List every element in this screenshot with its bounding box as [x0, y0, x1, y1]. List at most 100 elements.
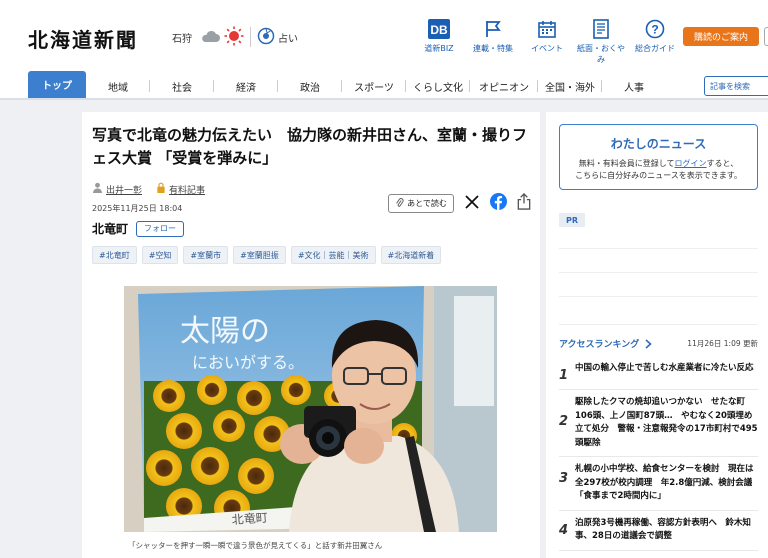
- weather-divider: [250, 27, 251, 47]
- pr-label: PR: [559, 213, 585, 227]
- nav-events[interactable]: イベント: [520, 18, 574, 65]
- tab-label: 全国・海外: [545, 82, 595, 94]
- tab-sports[interactable]: スポーツ: [342, 74, 406, 98]
- site-header: 北海道新聞 石狩 占い DB 道新BIZ 連載・特集 イベント 紙面・おくやみ …: [0, 0, 768, 100]
- subscribe-button[interactable]: 購読のご案内: [683, 27, 759, 46]
- header-nav-icons: DB 道新BIZ 連載・特集 イベント 紙面・おくやみ ? 総合ガイド: [412, 18, 682, 65]
- rank-headline[interactable]: 泊原発3号機再稼働、容認方針表明へ 鈴木知事、28日の道議会で調整: [575, 517, 758, 544]
- my-news-text-pre: 無料・有料会員に登録して: [578, 159, 675, 168]
- poster-sign: 北竜町: [231, 511, 268, 527]
- tab-society[interactable]: 社会: [150, 74, 214, 98]
- ranking-list: 1 中国の輸入停止で苦しむ水産業者に冷たい反応 2 駆除したクマの焼却追いつかな…: [559, 356, 758, 551]
- sun-icon: [224, 26, 244, 49]
- weather-location[interactable]: 石狩: [172, 30, 192, 45]
- rank-number: 3: [559, 471, 569, 486]
- tab-label: 経済: [236, 82, 256, 94]
- nav-guide[interactable]: ? 総合ガイド: [628, 18, 682, 65]
- x-share-icon[interactable]: [464, 194, 480, 214]
- login-link[interactable]: ログイン: [675, 159, 707, 168]
- article-main: 写真で北竜の魅力伝えたい 協力隊の新井田さん、室蘭・撮りフェス大賞 「受賞を弾み…: [82, 112, 540, 558]
- ranking-item[interactable]: 2 駆除したクマの焼却追いつかない せたな町106頭、上ノ国町87頭… やむなく…: [559, 390, 758, 457]
- my-news-text-line2: こちらに自分好みのニュースを表示できます。: [575, 171, 742, 180]
- cloud-icon: [200, 29, 220, 46]
- global-nav: トップ 地域 社会 経済 政治 スポーツ くらし文化 オピニオン 全国・海外 人…: [0, 71, 768, 100]
- lock-icon: [156, 182, 166, 196]
- tag-chip[interactable]: #北竜町: [92, 246, 137, 264]
- ranking-item[interactable]: 3 札幌の小中学校、給食センターを検討 現在は全297校が校内調理 年2.8億円…: [559, 457, 758, 511]
- tab-region[interactable]: 地域: [86, 74, 150, 98]
- ranking-updated-time: 11月26日 1:09 更新: [687, 338, 758, 348]
- tab-economy[interactable]: 経済: [214, 74, 278, 98]
- article-search-input[interactable]: 記事を検索: [704, 76, 768, 96]
- pr-divider: [559, 248, 758, 249]
- nav-doshin-biz[interactable]: DB 道新BIZ: [412, 18, 466, 65]
- ranking-title[interactable]: アクセスランキング: [559, 337, 639, 350]
- publish-date: 2025年11月25日 18:04: [92, 204, 183, 213]
- article-actions: あとで読む: [388, 193, 531, 214]
- db-logo-icon: DB: [412, 18, 466, 40]
- ranking-item[interactable]: 4 泊原発3号機再稼働、容認方針表明へ 鈴木知事、28日の道議会で調整: [559, 511, 758, 551]
- tag-chip[interactable]: #北海道新着: [380, 246, 442, 264]
- facebook-share-icon[interactable]: [490, 193, 507, 214]
- svg-text:?: ?: [651, 23, 658, 37]
- poster-text-line1: 太陽の: [180, 314, 270, 349]
- pr-divider: [559, 296, 758, 297]
- nav-icon-label: 連載・特集: [473, 44, 513, 53]
- rank-headline[interactable]: 札幌の小中学校、給食センターを検討 現在は全297校が校内調理 年2.8億円減、…: [575, 463, 758, 504]
- tab-top[interactable]: トップ: [28, 71, 86, 98]
- tag-chip[interactable]: #室蘭市: [183, 246, 229, 264]
- share-icon[interactable]: [517, 193, 531, 214]
- newspaper-icon: [574, 18, 628, 40]
- svg-text:DB: DB: [430, 23, 448, 37]
- person-icon: [92, 182, 103, 196]
- tab-label: オピニオン: [479, 82, 529, 94]
- rank-number: 4: [559, 522, 569, 538]
- fortune-link[interactable]: 占い: [278, 30, 298, 45]
- my-news-description: 無料・有料会員に登録してログインすると、 こちらに自分好みのニュースを表示できま…: [560, 158, 757, 182]
- rank-number: 2: [559, 414, 569, 429]
- tab-politics[interactable]: 政治: [278, 74, 342, 98]
- nav-icon-label: 道新BIZ: [424, 44, 454, 53]
- tab-label: 社会: [172, 82, 192, 94]
- pr-divider: [559, 324, 758, 325]
- tag-chip[interactable]: #空知: [141, 246, 179, 264]
- article-headline: 写真で北竜の魅力伝えたい 協力隊の新井田さん、室蘭・撮りフェス大賞 「受賞を弾み…: [92, 126, 528, 167]
- follow-button[interactable]: フォロー: [136, 220, 185, 237]
- tag-chip[interactable]: #室蘭胆振: [233, 246, 286, 264]
- ranking-header: アクセスランキング 11月26日 1:09 更新: [559, 334, 758, 352]
- nav-icon-label: イベント: [531, 44, 563, 53]
- question-icon: ?: [628, 18, 682, 40]
- tab-culture[interactable]: くらし文化: [406, 74, 470, 98]
- article-photo[interactable]: 太陽の においがする。 北竜町: [124, 286, 497, 532]
- tab-label: 政治: [300, 82, 320, 94]
- tab-label: スポーツ: [354, 82, 394, 94]
- tab-opinion[interactable]: オピニオン: [470, 74, 538, 98]
- region-row: 北竜町 フォロー: [92, 220, 185, 237]
- tag-chip[interactable]: #文化｜芸能｜美術: [290, 246, 376, 264]
- login-button[interactable]: [764, 27, 768, 46]
- paperclip-icon: [395, 197, 404, 210]
- author-link[interactable]: 出井一彰: [106, 183, 142, 196]
- poster-text-line2: においがする。: [192, 353, 304, 372]
- nav-paper[interactable]: 紙面・おくやみ: [574, 18, 628, 65]
- tab-personnel[interactable]: 人事: [602, 74, 666, 98]
- tag-list: #北竜町 #空知 #室蘭市 #室蘭胆振 #文化｜芸能｜美術 #北海道新着: [92, 246, 442, 264]
- site-logo[interactable]: 北海道新聞: [28, 24, 138, 53]
- tab-label: 地域: [108, 82, 128, 94]
- region-label[interactable]: 北竜町: [92, 220, 128, 237]
- paid-article-label[interactable]: 有料記事: [169, 183, 205, 196]
- calendar-icon: [520, 18, 574, 40]
- weather-widget[interactable]: 石狩 占い: [172, 26, 298, 48]
- tab-national[interactable]: 全国・海外: [538, 74, 602, 98]
- rank-headline[interactable]: 中国の輸入停止で苦しむ水産業者に冷たい反応: [575, 362, 758, 383]
- read-later-button[interactable]: あとで読む: [388, 194, 454, 213]
- my-news-box: わたしのニュース 無料・有料会員に登録してログインすると、 こちらに自分好みのニ…: [559, 124, 758, 190]
- nav-series[interactable]: 連載・特集: [466, 18, 520, 65]
- read-later-label: あとで読む: [407, 199, 447, 208]
- flag-icon: [466, 18, 520, 40]
- chevron-right-icon[interactable]: [645, 334, 652, 353]
- ranking-item[interactable]: 1 中国の輸入停止で苦しむ水産業者に冷たい反応: [559, 356, 758, 390]
- tab-label: くらし文化: [413, 82, 463, 94]
- rank-headline[interactable]: 駆除したクマの焼却追いつかない せたな町106頭、上ノ国町87頭… やむなく20…: [575, 396, 758, 450]
- fortune-icon: [257, 27, 275, 48]
